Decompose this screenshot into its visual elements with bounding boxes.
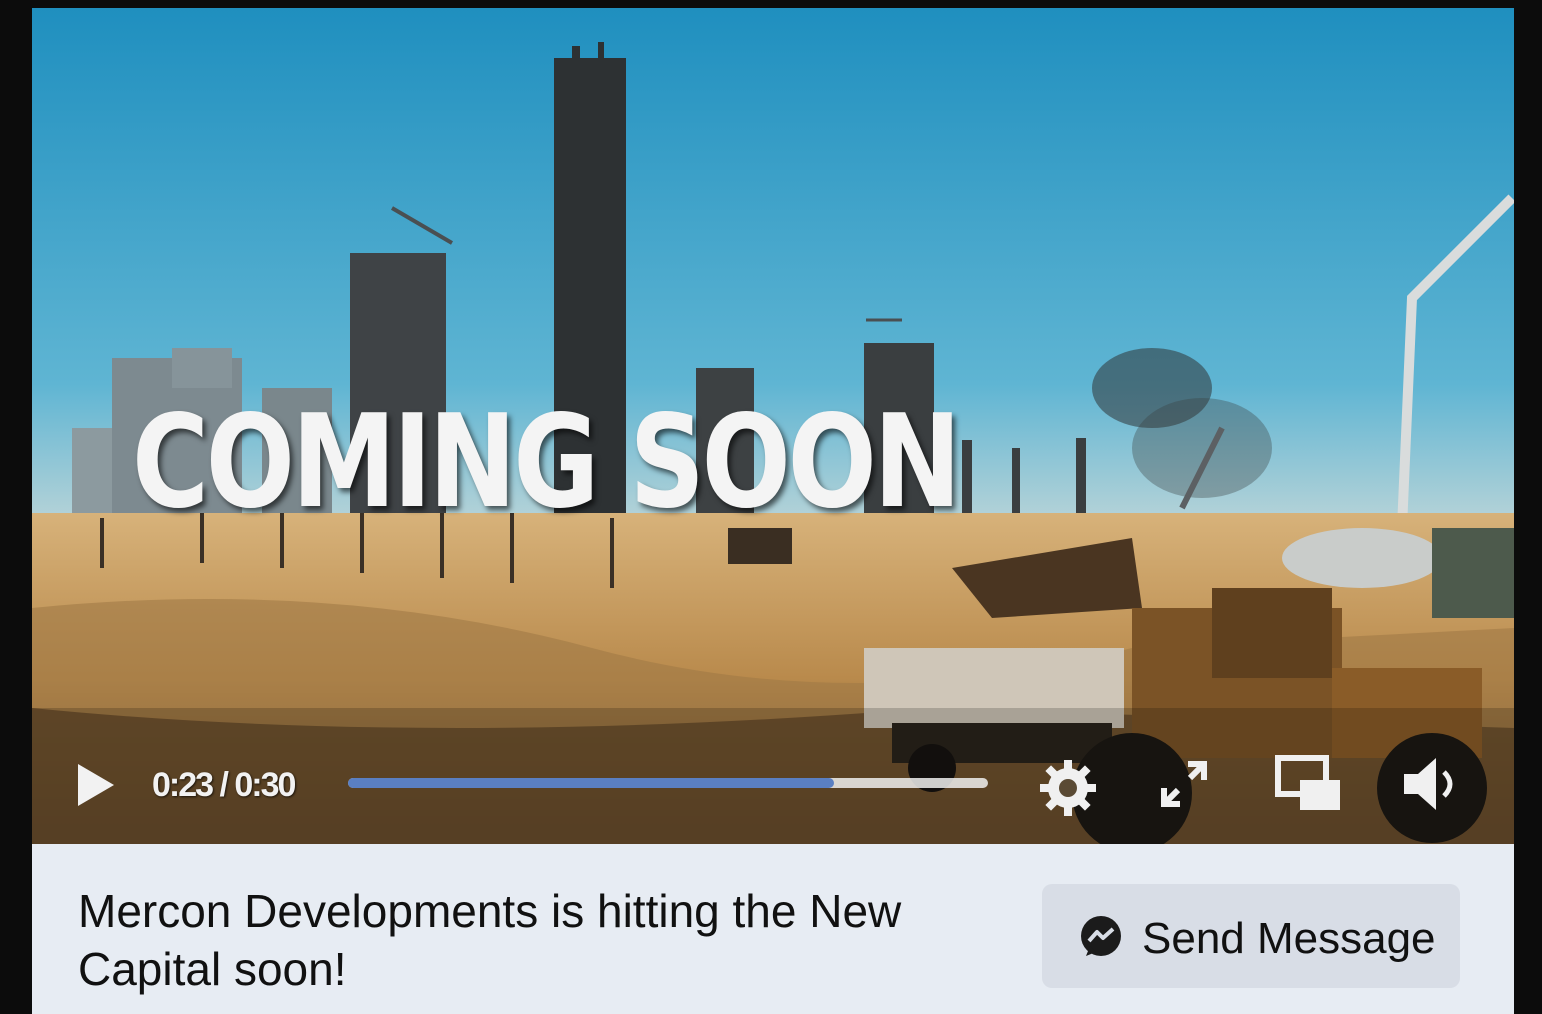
ad-card: COMING SOON 0:23 / 0:30 Mercon Developme…	[32, 8, 1514, 1014]
video-time-display: 0:23 / 0:30	[152, 766, 296, 804]
play-icon[interactable]	[74, 760, 118, 810]
video-player[interactable]: COMING SOON 0:23 / 0:30	[32, 8, 1514, 844]
send-message-button[interactable]: Send Message	[1042, 884, 1460, 988]
video-controls-bar: 0:23 / 0:30	[32, 738, 1514, 838]
send-message-label: Send Message	[1142, 914, 1436, 963]
messenger-icon	[1078, 914, 1124, 965]
gear-icon[interactable]	[1036, 756, 1100, 820]
coming-soon-overlay-text: COMING SOON	[132, 388, 961, 537]
picture-in-picture-icon[interactable]	[1274, 752, 1344, 816]
video-progress-bar[interactable]	[348, 778, 988, 788]
video-progress-fill	[348, 778, 835, 788]
fullscreen-icon[interactable]	[1158, 758, 1210, 810]
ad-headline: Mercon Developments is hitting the New C…	[78, 885, 902, 995]
ad-footer: Mercon Developments is hitting the New C…	[32, 844, 1514, 1014]
volume-icon[interactable]	[1398, 752, 1468, 816]
